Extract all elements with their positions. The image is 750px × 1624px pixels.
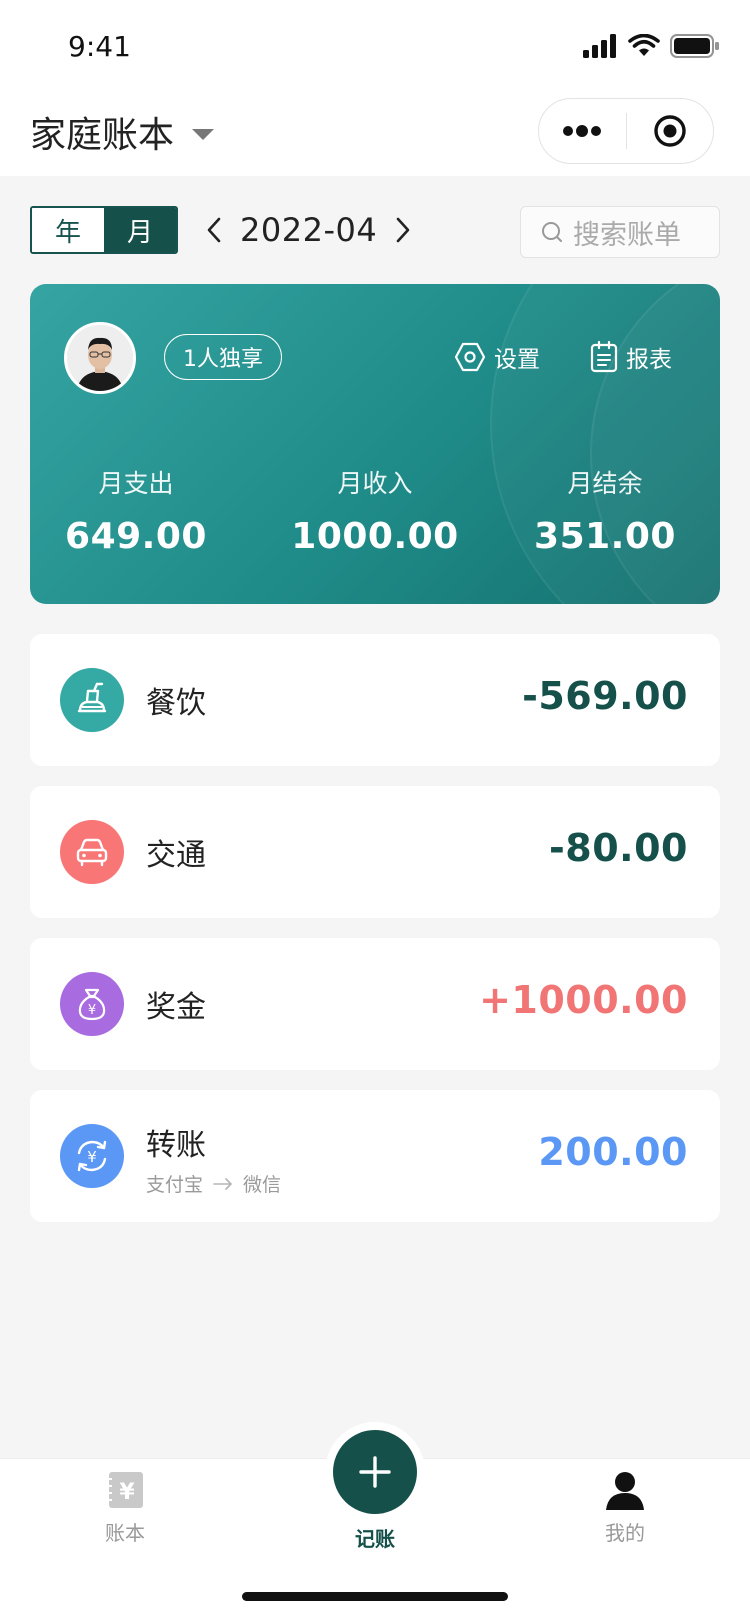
- arrow-right-icon: [213, 1177, 232, 1190]
- stat-value: 1000.00: [291, 516, 459, 557]
- report-clipboard-icon: [590, 341, 618, 373]
- transfer-route: 支付宝 微信: [146, 1170, 281, 1197]
- dining-icon: [60, 668, 124, 732]
- transfer-icon: ¥: [60, 1124, 124, 1188]
- add-record-label: 记账: [355, 1527, 395, 1551]
- settings-button[interactable]: 设置: [454, 340, 540, 374]
- report-button[interactable]: 报表: [590, 340, 672, 374]
- stat-label: 月支出: [98, 469, 174, 498]
- next-month-icon[interactable]: [395, 217, 411, 243]
- svg-text:¥: ¥: [88, 1003, 96, 1018]
- tab-ledger[interactable]: ¥ 账本: [50, 1469, 200, 1546]
- search-input[interactable]: 搜索账单: [520, 206, 720, 258]
- car-icon: [60, 820, 124, 884]
- current-date[interactable]: 2022-04: [240, 211, 377, 249]
- wifi-icon: [628, 34, 660, 56]
- user-profile-icon: [606, 1472, 644, 1510]
- record-amount: -569.00: [522, 674, 688, 718]
- svg-text:¥: ¥: [119, 1480, 135, 1505]
- stat-expense: 月支出 649.00: [36, 464, 236, 557]
- prev-month-icon[interactable]: [206, 217, 222, 243]
- monthly-summary-card: 1人独享 设置 报表 月支出 649.00 月收入 1000.00 月结余 35…: [30, 284, 720, 604]
- mini-program-capsule: [538, 98, 714, 164]
- money-bag-icon: ¥: [60, 972, 124, 1036]
- record-row-transfer[interactable]: ¥ 转账 支付宝 微信 200.00: [30, 1090, 720, 1222]
- period-toggle: 年 月: [30, 206, 178, 254]
- tab-mine[interactable]: 我的: [550, 1469, 700, 1546]
- user-photo-icon: [67, 325, 133, 391]
- search-placeholder: 搜索账单: [573, 219, 681, 251]
- target-close-icon: [654, 115, 686, 147]
- transfer-from: 支付宝: [146, 1174, 204, 1196]
- status-icons: [582, 34, 720, 58]
- stat-value: 351.00: [534, 516, 676, 557]
- battery-icon: [670, 34, 719, 58]
- home-indicator: [242, 1592, 508, 1601]
- caret-down-icon: [192, 128, 215, 140]
- settings-label: 设置: [494, 347, 540, 373]
- transfer-to: 微信: [243, 1174, 282, 1196]
- record-amount: 200.00: [538, 1130, 688, 1174]
- stat-label: 月收入: [337, 469, 413, 498]
- settings-hexagon-icon: [454, 342, 486, 372]
- more-dots-icon: [563, 125, 602, 137]
- date-navigator: 2022-04: [206, 206, 411, 254]
- record-row-dining[interactable]: 餐饮 -569.00: [30, 634, 720, 766]
- more-button[interactable]: [539, 99, 626, 163]
- record-row-transport[interactable]: 交通 -80.00: [30, 786, 720, 918]
- ledger-switcher[interactable]: 家庭账本: [30, 106, 215, 158]
- record-amount: +1000.00: [479, 978, 688, 1022]
- title-bar: 家庭账本: [0, 90, 750, 176]
- stat-label: 月结余: [567, 469, 643, 498]
- signal-icon: [583, 34, 616, 58]
- record-category: 转账: [146, 1128, 206, 1163]
- record-category: 奖金: [146, 990, 206, 1025]
- add-record-wrap: [325, 1422, 425, 1522]
- stat-income: 月收入 1000.00: [275, 464, 475, 557]
- share-mode-badge[interactable]: 1人独享: [164, 334, 282, 380]
- record-amount: -80.00: [549, 826, 688, 870]
- record-category: 交通: [146, 838, 206, 873]
- svg-text:¥: ¥: [87, 1148, 97, 1166]
- page-title: 家庭账本: [30, 115, 175, 156]
- plus-icon: [359, 1456, 391, 1488]
- status-time: 9:41: [68, 30, 131, 63]
- month-toggle-button[interactable]: 月: [104, 208, 176, 252]
- report-label: 报表: [626, 347, 672, 373]
- tab-ledger-label: 账本: [105, 1521, 145, 1545]
- avatar[interactable]: [64, 322, 136, 394]
- year-toggle-button[interactable]: 年: [32, 208, 104, 252]
- stat-balance: 月结余 351.00: [505, 464, 705, 557]
- record-row-bonus[interactable]: ¥ 奖金 +1000.00: [30, 938, 720, 1070]
- search-icon: [542, 222, 562, 242]
- status-bar: 9:41: [0, 0, 750, 90]
- stat-value: 649.00: [65, 516, 207, 557]
- record-category: 餐饮: [146, 686, 206, 721]
- ledger-book-icon: ¥: [107, 1472, 143, 1508]
- close-program-button[interactable]: [627, 99, 714, 163]
- tab-mine-label: 我的: [605, 1521, 645, 1545]
- add-record-button[interactable]: [333, 1430, 417, 1514]
